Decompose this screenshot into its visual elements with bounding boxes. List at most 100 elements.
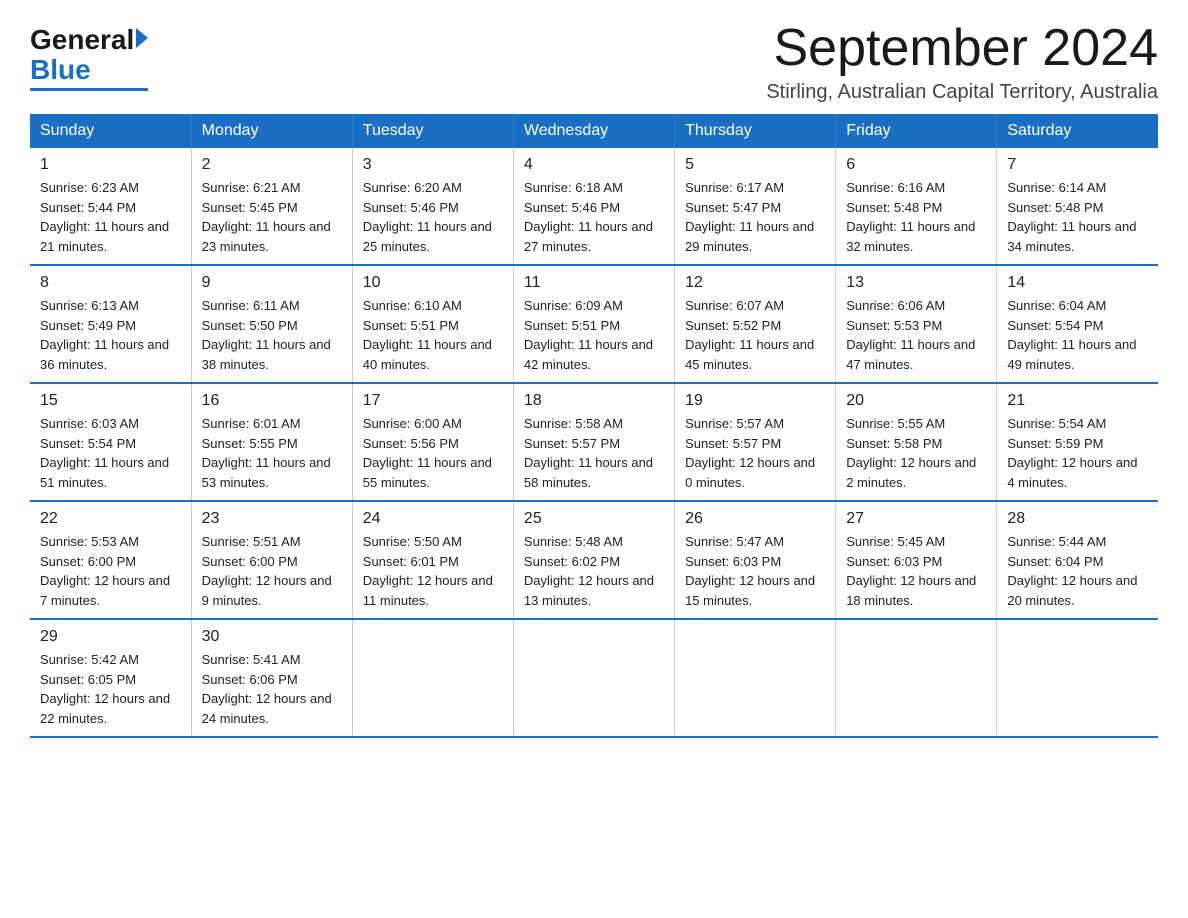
day-info: Sunrise: 5:41 AMSunset: 6:06 PMDaylight:…: [202, 650, 342, 728]
calendar-cell: 12 Sunrise: 6:07 AMSunset: 5:52 PMDaylig…: [675, 265, 836, 383]
calendar-cell: [352, 619, 513, 737]
day-number: 28: [1007, 510, 1148, 528]
calendar-cell: 17 Sunrise: 6:00 AMSunset: 5:56 PMDaylig…: [352, 383, 513, 501]
logo-general-text: General: [30, 26, 134, 54]
day-number: 30: [202, 628, 342, 646]
calendar-cell: [513, 619, 674, 737]
calendar-cell: 1 Sunrise: 6:23 AMSunset: 5:44 PMDayligh…: [30, 148, 191, 265]
day-number: 4: [524, 156, 664, 174]
calendar-week-row: 1 Sunrise: 6:23 AMSunset: 5:44 PMDayligh…: [30, 148, 1158, 265]
calendar-cell: 15 Sunrise: 6:03 AMSunset: 5:54 PMDaylig…: [30, 383, 191, 501]
calendar-cell: 2 Sunrise: 6:21 AMSunset: 5:45 PMDayligh…: [191, 148, 352, 265]
calendar-cell: 20 Sunrise: 5:55 AMSunset: 5:58 PMDaylig…: [836, 383, 997, 501]
calendar-cell: 11 Sunrise: 6:09 AMSunset: 5:51 PMDaylig…: [513, 265, 674, 383]
day-number: 6: [846, 156, 986, 174]
calendar-cell: 19 Sunrise: 5:57 AMSunset: 5:57 PMDaylig…: [675, 383, 836, 501]
calendar-cell: 10 Sunrise: 6:10 AMSunset: 5:51 PMDaylig…: [352, 265, 513, 383]
day-info: Sunrise: 6:04 AMSunset: 5:54 PMDaylight:…: [1007, 296, 1148, 374]
day-number: 21: [1007, 392, 1148, 410]
day-number: 2: [202, 156, 342, 174]
day-info: Sunrise: 6:06 AMSunset: 5:53 PMDaylight:…: [846, 296, 986, 374]
day-info: Sunrise: 5:57 AMSunset: 5:57 PMDaylight:…: [685, 414, 825, 492]
day-info: Sunrise: 6:00 AMSunset: 5:56 PMDaylight:…: [363, 414, 503, 492]
calendar-cell: 8 Sunrise: 6:13 AMSunset: 5:49 PMDayligh…: [30, 265, 191, 383]
weekday-header-saturday: Saturday: [997, 114, 1158, 148]
day-number: 14: [1007, 274, 1148, 292]
day-info: Sunrise: 6:07 AMSunset: 5:52 PMDaylight:…: [685, 296, 825, 374]
day-number: 25: [524, 510, 664, 528]
calendar-cell: 30 Sunrise: 5:41 AMSunset: 6:06 PMDaylig…: [191, 619, 352, 737]
calendar-cell: 7 Sunrise: 6:14 AMSunset: 5:48 PMDayligh…: [997, 148, 1158, 265]
calendar-cell: 29 Sunrise: 5:42 AMSunset: 6:05 PMDaylig…: [30, 619, 191, 737]
day-number: 13: [846, 274, 986, 292]
day-number: 26: [685, 510, 825, 528]
logo-underline: [30, 88, 148, 91]
calendar-week-row: 8 Sunrise: 6:13 AMSunset: 5:49 PMDayligh…: [30, 265, 1158, 383]
day-number: 22: [40, 510, 181, 528]
logo-blue-text: Blue: [30, 54, 91, 86]
day-info: Sunrise: 5:58 AMSunset: 5:57 PMDaylight:…: [524, 414, 664, 492]
day-number: 15: [40, 392, 181, 410]
calendar-week-row: 15 Sunrise: 6:03 AMSunset: 5:54 PMDaylig…: [30, 383, 1158, 501]
day-info: Sunrise: 6:13 AMSunset: 5:49 PMDaylight:…: [40, 296, 181, 374]
day-info: Sunrise: 5:45 AMSunset: 6:03 PMDaylight:…: [846, 532, 986, 610]
calendar-cell: 21 Sunrise: 5:54 AMSunset: 5:59 PMDaylig…: [997, 383, 1158, 501]
day-number: 24: [363, 510, 503, 528]
weekday-header-thursday: Thursday: [675, 114, 836, 148]
title-area: September 2024 Stirling, Australian Capi…: [766, 20, 1158, 104]
day-number: 23: [202, 510, 342, 528]
calendar-cell: 3 Sunrise: 6:20 AMSunset: 5:46 PMDayligh…: [352, 148, 513, 265]
calendar-cell: 5 Sunrise: 6:17 AMSunset: 5:47 PMDayligh…: [675, 148, 836, 265]
day-number: 3: [363, 156, 503, 174]
day-info: Sunrise: 6:03 AMSunset: 5:54 PMDaylight:…: [40, 414, 181, 492]
calendar-cell: 28 Sunrise: 5:44 AMSunset: 6:04 PMDaylig…: [997, 501, 1158, 619]
day-info: Sunrise: 5:44 AMSunset: 6:04 PMDaylight:…: [1007, 532, 1148, 610]
calendar-week-row: 29 Sunrise: 5:42 AMSunset: 6:05 PMDaylig…: [30, 619, 1158, 737]
day-number: 18: [524, 392, 664, 410]
location-title: Stirling, Australian Capital Territory, …: [766, 81, 1158, 104]
day-info: Sunrise: 6:23 AMSunset: 5:44 PMDaylight:…: [40, 178, 181, 256]
day-info: Sunrise: 6:09 AMSunset: 5:51 PMDaylight:…: [524, 296, 664, 374]
calendar-cell: 14 Sunrise: 6:04 AMSunset: 5:54 PMDaylig…: [997, 265, 1158, 383]
day-number: 10: [363, 274, 503, 292]
day-info: Sunrise: 6:21 AMSunset: 5:45 PMDaylight:…: [202, 178, 342, 256]
calendar-cell: 16 Sunrise: 6:01 AMSunset: 5:55 PMDaylig…: [191, 383, 352, 501]
day-info: Sunrise: 5:50 AMSunset: 6:01 PMDaylight:…: [363, 532, 503, 610]
day-info: Sunrise: 5:55 AMSunset: 5:58 PMDaylight:…: [846, 414, 986, 492]
logo: General Blue: [30, 20, 148, 91]
weekday-header-tuesday: Tuesday: [352, 114, 513, 148]
calendar-week-row: 22 Sunrise: 5:53 AMSunset: 6:00 PMDaylig…: [30, 501, 1158, 619]
day-info: Sunrise: 6:11 AMSunset: 5:50 PMDaylight:…: [202, 296, 342, 374]
calendar-cell: 18 Sunrise: 5:58 AMSunset: 5:57 PMDaylig…: [513, 383, 674, 501]
calendar-cell: 26 Sunrise: 5:47 AMSunset: 6:03 PMDaylig…: [675, 501, 836, 619]
day-info: Sunrise: 6:16 AMSunset: 5:48 PMDaylight:…: [846, 178, 986, 256]
day-number: 1: [40, 156, 181, 174]
day-number: 29: [40, 628, 181, 646]
weekday-header-monday: Monday: [191, 114, 352, 148]
calendar-cell: 22 Sunrise: 5:53 AMSunset: 6:00 PMDaylig…: [30, 501, 191, 619]
day-number: 19: [685, 392, 825, 410]
day-number: 5: [685, 156, 825, 174]
calendar-cell: [675, 619, 836, 737]
calendar-cell: 27 Sunrise: 5:45 AMSunset: 6:03 PMDaylig…: [836, 501, 997, 619]
day-info: Sunrise: 5:54 AMSunset: 5:59 PMDaylight:…: [1007, 414, 1148, 492]
calendar-cell: 13 Sunrise: 6:06 AMSunset: 5:53 PMDaylig…: [836, 265, 997, 383]
day-info: Sunrise: 5:47 AMSunset: 6:03 PMDaylight:…: [685, 532, 825, 610]
day-info: Sunrise: 6:18 AMSunset: 5:46 PMDaylight:…: [524, 178, 664, 256]
weekday-header-wednesday: Wednesday: [513, 114, 674, 148]
day-number: 9: [202, 274, 342, 292]
logo-triangle-icon: [136, 28, 148, 48]
calendar-cell: 24 Sunrise: 5:50 AMSunset: 6:01 PMDaylig…: [352, 501, 513, 619]
day-info: Sunrise: 5:53 AMSunset: 6:00 PMDaylight:…: [40, 532, 181, 610]
day-info: Sunrise: 6:20 AMSunset: 5:46 PMDaylight:…: [363, 178, 503, 256]
calendar-cell: 23 Sunrise: 5:51 AMSunset: 6:00 PMDaylig…: [191, 501, 352, 619]
calendar-cell: [997, 619, 1158, 737]
calendar-table: SundayMondayTuesdayWednesdayThursdayFrid…: [30, 114, 1158, 738]
day-info: Sunrise: 6:17 AMSunset: 5:47 PMDaylight:…: [685, 178, 825, 256]
weekday-header-friday: Friday: [836, 114, 997, 148]
day-info: Sunrise: 6:01 AMSunset: 5:55 PMDaylight:…: [202, 414, 342, 492]
calendar-cell: 4 Sunrise: 6:18 AMSunset: 5:46 PMDayligh…: [513, 148, 674, 265]
day-number: 27: [846, 510, 986, 528]
day-info: Sunrise: 5:42 AMSunset: 6:05 PMDaylight:…: [40, 650, 181, 728]
month-title: September 2024: [766, 20, 1158, 77]
